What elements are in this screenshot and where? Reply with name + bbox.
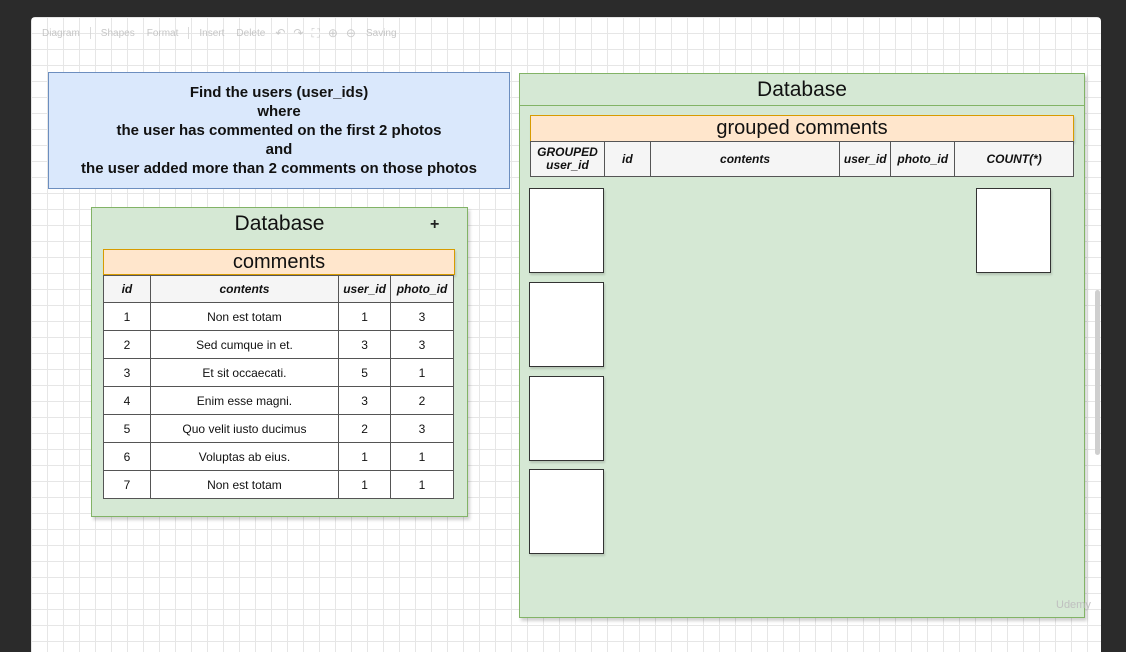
menu-delete[interactable]: Delete [234,27,267,40]
cell-photo-id: 1 [390,358,454,387]
toolbar-divider [188,27,190,39]
column-header-contents: contents [149,275,340,303]
cell-contents: Enim esse magni. [149,386,340,415]
cell-id: 2 [103,330,151,359]
cell-contents: Sed cumque in et. [149,330,340,359]
cell-photo-id: 3 [390,330,454,359]
zoom-in-icon[interactable]: ⊕ [328,26,338,40]
undo-icon[interactable]: ↶ [275,26,285,40]
grouped-comments-table-title: grouped comments [530,115,1074,142]
task-line: the user has commented on the first 2 ph… [116,122,442,139]
task-line: the user added more than 2 comments on t… [81,160,477,177]
redo-icon[interactable]: ↷ [293,26,303,40]
cell-user-id: 3 [338,386,392,415]
menu-shapes[interactable]: Shapes [99,27,137,40]
table-row: 1 Non est totam 1 3 [103,302,454,331]
udemy-watermark: Udemy [1056,599,1091,611]
cell-photo-id: 2 [390,386,454,415]
group-placeholder-box[interactable] [529,188,604,273]
cell-id: 6 [103,442,151,471]
cell-photo-id: 1 [390,442,454,471]
menu-format[interactable]: Format [145,27,181,40]
cell-contents: Non est totam [149,302,340,331]
table-row: 7 Non est totam 1 1 [103,470,454,499]
column-header-photo-id: photo_id [890,141,956,177]
title-divider [520,105,1084,106]
table-row: 5 Quo velit iusto ducimus 2 3 [103,414,454,443]
add-icon[interactable]: + [430,216,439,234]
fullscreen-icon[interactable]: ⛶ [311,26,319,41]
cell-contents: Quo velit iusto ducimus [149,414,340,443]
group-placeholder-box[interactable] [529,376,604,461]
cell-user-id: 1 [338,470,392,499]
cell-contents: Non est totam [149,470,340,499]
cell-user-id: 5 [338,358,392,387]
editor-toolbar: Diagram Shapes Format Insert Delete ↶ ↷ … [40,24,399,42]
cell-id: 4 [103,386,151,415]
grouped-comments-table: GROUPED user_id id contents user_id phot… [530,141,1074,177]
save-status: Saving [365,27,397,39]
column-header-id: id [103,275,151,303]
column-header-grouped-user-id: GROUPED user_id [530,141,605,177]
zoom-out-icon[interactable]: ⊖ [346,26,356,40]
cell-contents: Et sit occaecati. [149,358,340,387]
table-row: 2 Sed cumque in et. 3 3 [103,330,454,359]
column-header-user-id: user_id [338,275,392,303]
task-line: Find the users (user_ids) [189,84,369,101]
cell-id: 3 [103,358,151,387]
toolbar-divider [89,27,91,39]
column-header-photo-id: photo_id [390,275,454,303]
cell-photo-id: 3 [390,414,454,443]
menu-insert[interactable]: Insert [197,27,226,40]
column-header-user-id: user_id [839,141,892,177]
column-header-count: COUNT(*) [954,141,1074,177]
cell-photo-id: 3 [390,302,454,331]
cell-user-id: 3 [338,330,392,359]
table-row: 3 Et sit occaecati. 5 1 [103,358,454,387]
table-row: 6 Voluptas ab eius. 1 1 [103,442,454,471]
comments-table: id contents user_id photo_id 1 Non est t… [103,275,454,499]
column-header-contents: contents [649,141,841,177]
cell-photo-id: 1 [390,470,454,499]
cell-user-id: 2 [338,414,392,443]
group-placeholder-box[interactable] [529,282,604,367]
right-database-title: Database [757,78,847,101]
comments-table-title: comments [103,249,455,275]
count-placeholder-box[interactable] [976,188,1051,273]
column-header-id: id [603,141,651,177]
task-description-box[interactable]: Find the users (user_ids) where the user… [48,72,510,189]
cell-id: 1 [103,302,151,331]
group-placeholder-box[interactable] [529,469,604,554]
cell-id: 5 [103,414,151,443]
left-database-title: Database [234,212,325,235]
menu-diagram[interactable]: Diagram [40,27,82,40]
vertical-scrollbar[interactable] [1095,290,1100,455]
cell-user-id: 1 [338,302,392,331]
task-line: where [257,103,301,120]
cell-contents: Voluptas ab eius. [149,442,340,471]
table-row: 4 Enim esse magni. 3 2 [103,386,454,415]
cell-user-id: 1 [338,442,392,471]
task-line: and [265,141,293,158]
cell-id: 7 [103,470,151,499]
